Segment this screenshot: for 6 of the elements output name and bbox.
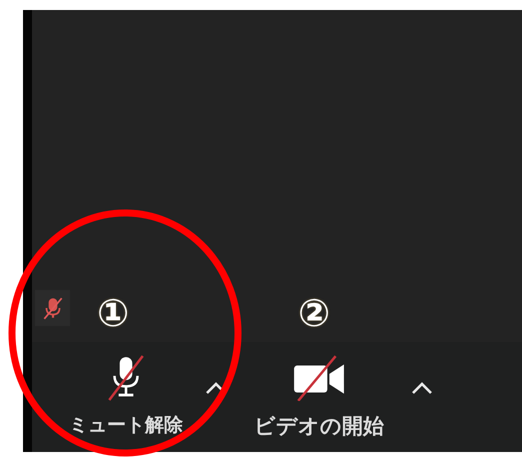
step-number: ① xyxy=(97,294,130,332)
camera-off-icon xyxy=(292,355,346,401)
caret-icon xyxy=(411,382,433,394)
unmute-button[interactable]: ミュート解除 xyxy=(51,342,201,437)
step-number: ② xyxy=(298,294,330,332)
video-button[interactable]: ビデオの開始 xyxy=(231,342,407,440)
